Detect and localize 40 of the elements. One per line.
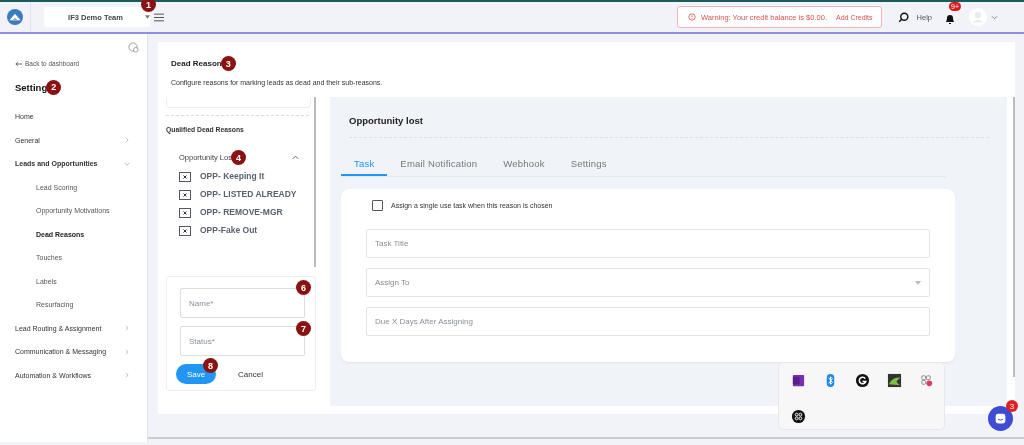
reason-label: OPP-Fake Out <box>200 225 258 236</box>
checkbox[interactable] <box>372 200 383 211</box>
chat-icon <box>994 412 1007 425</box>
tab[interactable]: Settings <box>557 151 620 176</box>
circular-arrow-icon[interactable] <box>855 373 870 388</box>
close-icon[interactable] <box>179 189 191 200</box>
arrow-left-icon[interactable] <box>15 60 22 67</box>
close-icon[interactable] <box>179 207 191 218</box>
input-field[interactable]: Due X Days After Assigning <box>366 307 930 336</box>
reason-label: OPP- LISTED ALREADY <box>200 189 297 200</box>
assign-select[interactable]: Assign To <box>366 268 930 297</box>
input-field[interactable]: Task Title <box>366 229 930 258</box>
app-icon[interactable] <box>791 408 806 424</box>
close-icon[interactable] <box>179 171 191 182</box>
close-icon[interactable] <box>179 225 191 236</box>
annotation-marker: 8 <box>203 358 218 373</box>
section-heading: Opportunity lost <box>349 115 424 126</box>
annotation-marker: 3 <box>220 56 236 71</box>
annotation-marker: 6 <box>296 280 311 295</box>
bell-icon[interactable] <box>944 13 956 25</box>
logo-icon[interactable] <box>7 9 23 25</box>
tab[interactable]: Webhook <box>490 151 558 176</box>
cancel-button[interactable]: Cancel <box>232 368 269 380</box>
annotation-marker: 7 <box>296 321 311 336</box>
reason-label: OPP- REMOVE-MGR <box>200 207 283 218</box>
reason-label: OPP- Keeping It <box>200 171 265 182</box>
grid-icon[interactable] <box>919 373 934 388</box>
notebook-icon[interactable] <box>791 373 806 388</box>
scrollbar[interactable] <box>1013 97 1015 377</box>
chevron-up-icon[interactable] <box>292 155 299 160</box>
annotation-marker: 1 <box>141 0 156 12</box>
page-title: Dead Reason <box>171 59 222 68</box>
warning-icon <box>687 13 696 21</box>
scrollbar[interactable] <box>314 97 316 267</box>
caret-icon[interactable] <box>144 15 150 19</box>
annotation-marker: 2 <box>46 79 62 95</box>
tab[interactable]: Email Notification <box>387 151 491 176</box>
menu-icon[interactable] <box>154 12 164 22</box>
chat-button[interactable] <box>988 406 1013 431</box>
search-icon[interactable] <box>897 11 909 23</box>
